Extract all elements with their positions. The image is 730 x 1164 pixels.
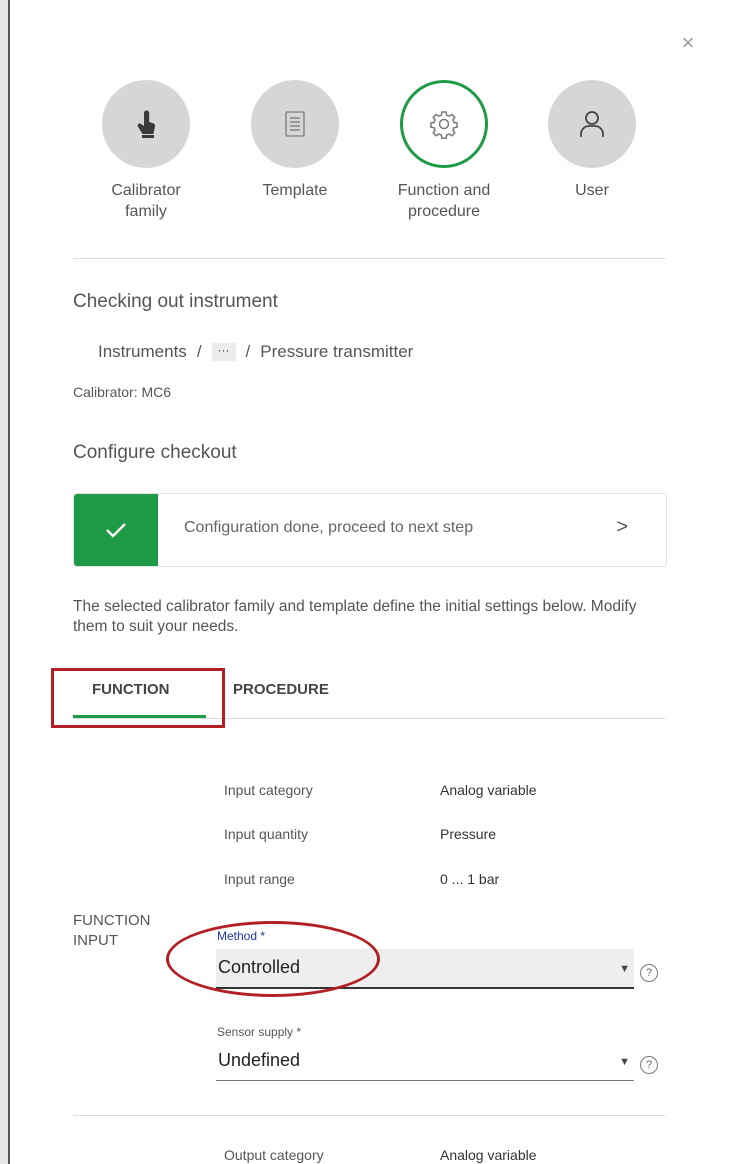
divider <box>73 258 665 259</box>
window-left-edge <box>0 0 10 1164</box>
highlight-box <box>51 668 225 728</box>
configuration-done-text: Configuration done, proceed to next step <box>184 519 474 536</box>
input-quantity-value: Pressure <box>440 826 497 842</box>
configuration-done-button[interactable]: Configuration done, proceed to next step… <box>73 493 667 567</box>
sensor-supply-label: Sensor supply * <box>217 1025 302 1039</box>
input-category-label: Input category <box>224 782 313 798</box>
document-icon <box>251 80 339 168</box>
step-label: Template <box>262 182 328 199</box>
step-template[interactable]: Template <box>220 80 370 201</box>
step-function-procedure[interactable]: Function and procedure <box>369 80 519 222</box>
checkout-title: Checking out instrument <box>73 291 278 312</box>
step-label: Function and procedure <box>397 182 491 220</box>
info-text: The selected calibrator family and templ… <box>73 598 637 635</box>
divider <box>73 1115 665 1116</box>
step-label: Calibrator family <box>111 182 181 220</box>
step-label: User <box>575 182 609 199</box>
breadcrumb: Instruments / ··· / Pressure transmitter <box>98 342 413 362</box>
input-quantity-label: Input quantity <box>224 826 309 842</box>
step-calibrator-family[interactable]: Calibrator family <box>71 80 221 222</box>
help-icon[interactable]: ? <box>640 1056 658 1074</box>
breadcrumb-leaf: Pressure transmitter <box>260 342 414 361</box>
breadcrumb-separator: / <box>196 342 202 361</box>
caret-down-icon: ▼ <box>619 1056 630 1068</box>
calibrator-text: Calibrator: MC6 <box>73 384 172 400</box>
close-icon[interactable]: × <box>677 32 699 54</box>
help-icon[interactable]: ? <box>640 964 658 982</box>
breadcrumb-separator: / <box>245 342 251 361</box>
step-user[interactable]: User <box>517 80 667 201</box>
breadcrumb-root[interactable]: Instruments <box>98 342 187 362</box>
input-range-label: Input range <box>224 871 295 887</box>
input-range-value: 0 ... 1 bar <box>440 871 500 887</box>
check-icon <box>74 494 158 566</box>
output-category-label: Output category <box>224 1147 324 1163</box>
user-icon <box>548 80 636 168</box>
breadcrumb-more-button[interactable]: ··· <box>211 343 236 361</box>
output-category-value: Analog variable <box>440 1147 537 1163</box>
caret-down-icon: ▼ <box>619 963 630 975</box>
configure-title: Configure checkout <box>73 442 237 463</box>
chevron-right-icon: > <box>616 516 628 538</box>
highlight-ellipse <box>166 921 380 997</box>
sensor-supply-select[interactable]: Undefined ▼ <box>216 1042 634 1081</box>
sensor-supply-value: Undefined <box>218 1050 301 1070</box>
tab-procedure[interactable]: PROCEDURE <box>233 681 329 698</box>
touch-icon <box>102 80 190 168</box>
function-input-section-label: FUNCTION INPUT <box>73 912 151 949</box>
gear-icon <box>400 80 488 168</box>
input-category-value: Analog variable <box>440 782 537 798</box>
